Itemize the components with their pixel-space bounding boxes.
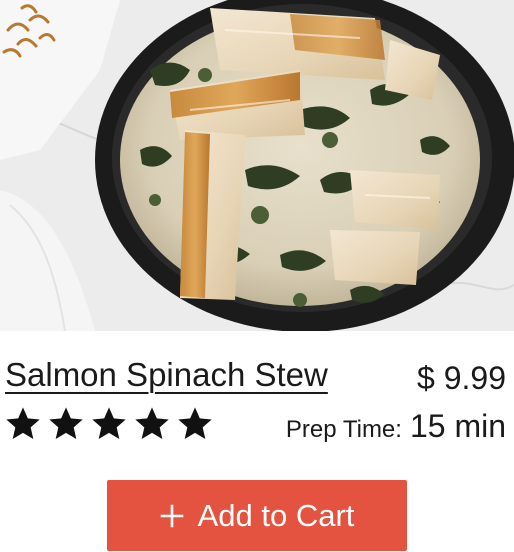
plus-icon [160, 504, 183, 527]
star-icon [49, 407, 83, 439]
star-icon [178, 407, 212, 439]
product-card: Salmon Spinach Stew $ 9.99 Prep Time: 15… [0, 0, 514, 552]
star-icon [135, 407, 169, 439]
prep-time: Prep Time: 15 min [286, 404, 506, 448]
prep-time-value: 15 min [409, 408, 506, 444]
prep-time-label: Prep Time: [285, 416, 402, 443]
star-icon [92, 407, 126, 439]
star-icon [6, 407, 40, 439]
add-to-cart-label: Add to Cart [197, 497, 355, 533]
product-name-link[interactable]: Salmon Spinach Stew [5, 355, 328, 395]
product-image[interactable] [0, 0, 514, 331]
star-rating [3, 404, 215, 448]
add-to-cart-button[interactable]: Add to Cart [107, 480, 407, 551]
product-price: $ 9.99 [417, 360, 506, 396]
